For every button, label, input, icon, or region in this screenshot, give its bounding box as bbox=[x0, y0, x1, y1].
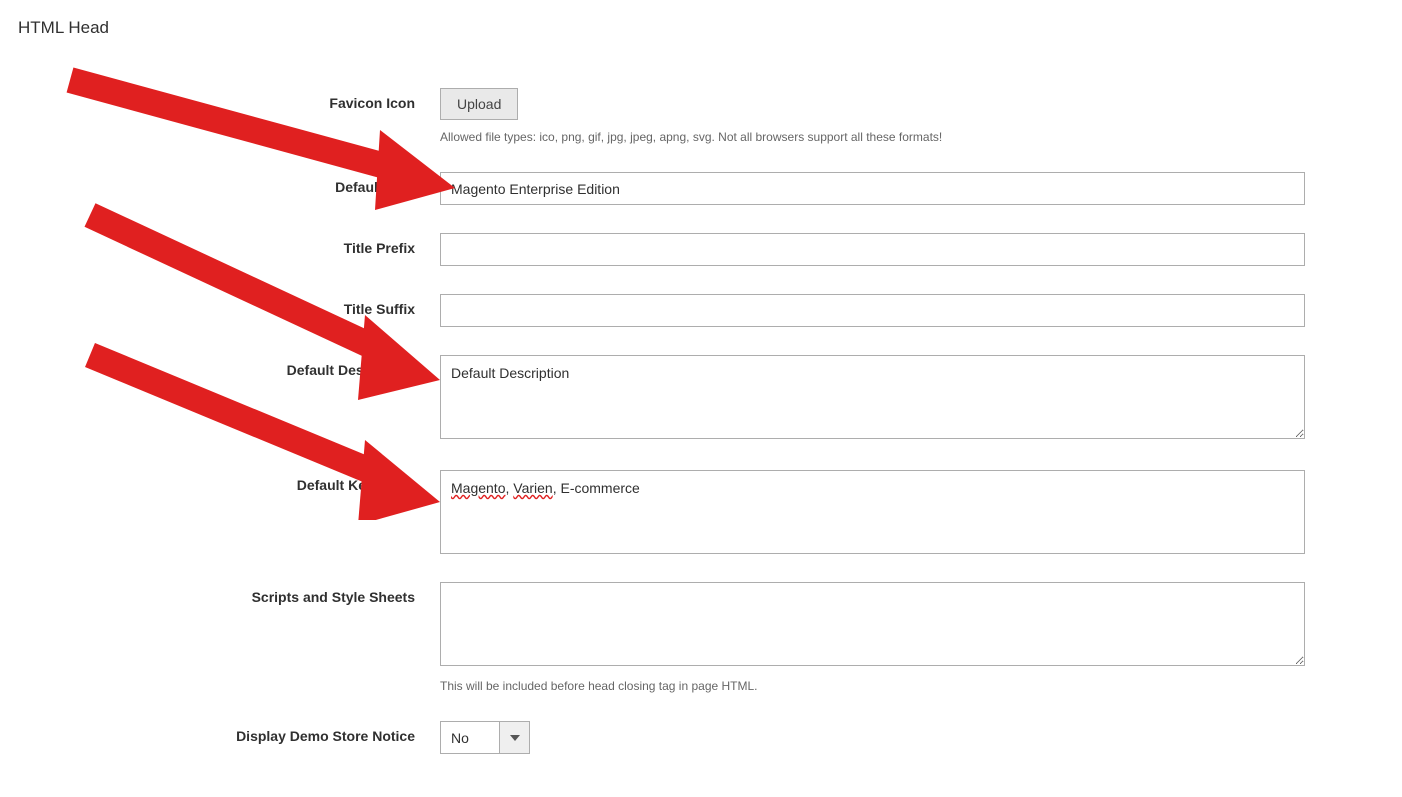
field-demo-store-notice: Display Demo Store Notice No bbox=[0, 721, 1402, 754]
label-demo-store-notice: Display Demo Store Notice bbox=[0, 721, 440, 744]
label-title-suffix: Title Suffix bbox=[0, 294, 440, 317]
select-demo-store-value: No bbox=[441, 722, 499, 753]
input-title-prefix[interactable] bbox=[440, 233, 1305, 266]
chevron-down-icon bbox=[499, 722, 529, 753]
keyword-varien: Varien bbox=[513, 480, 552, 496]
input-title-suffix[interactable] bbox=[440, 294, 1305, 327]
input-default-title[interactable] bbox=[440, 172, 1305, 205]
label-default-description: Default Description bbox=[0, 355, 440, 378]
keyword-magento: Magento bbox=[451, 480, 505, 496]
field-title-suffix: Title Suffix bbox=[0, 294, 1402, 327]
upload-button[interactable]: Upload bbox=[440, 88, 518, 120]
label-scripts-stylesheets: Scripts and Style Sheets bbox=[0, 582, 440, 605]
field-scripts-stylesheets: Scripts and Style Sheets This will be in… bbox=[0, 582, 1402, 693]
label-default-keywords: Default Keywords bbox=[0, 470, 440, 493]
section-title: HTML Head bbox=[0, 0, 1402, 38]
label-title-prefix: Title Prefix bbox=[0, 233, 440, 256]
label-default-title: Default Title bbox=[0, 172, 440, 195]
field-favicon-icon: Favicon Icon Upload Allowed file types: … bbox=[0, 88, 1402, 144]
textarea-scripts-stylesheets[interactable] bbox=[440, 582, 1305, 666]
textarea-default-description[interactable] bbox=[440, 355, 1305, 439]
select-demo-store-notice[interactable]: No bbox=[440, 721, 530, 754]
field-title-prefix: Title Prefix bbox=[0, 233, 1402, 266]
field-default-keywords: Default Keywords Magento, Varien, E-comm… bbox=[0, 470, 1402, 554]
scripts-note: This will be included before head closin… bbox=[440, 679, 1305, 693]
field-default-description: Default Description bbox=[0, 355, 1402, 442]
label-favicon-icon: Favicon Icon bbox=[0, 88, 440, 111]
textarea-default-keywords[interactable]: Magento, Varien, E-commerce bbox=[440, 470, 1305, 554]
form-html-head: Favicon Icon Upload Allowed file types: … bbox=[0, 38, 1402, 754]
field-default-title: Default Title bbox=[0, 172, 1402, 205]
favicon-note: Allowed file types: ico, png, gif, jpg, … bbox=[440, 130, 1305, 144]
